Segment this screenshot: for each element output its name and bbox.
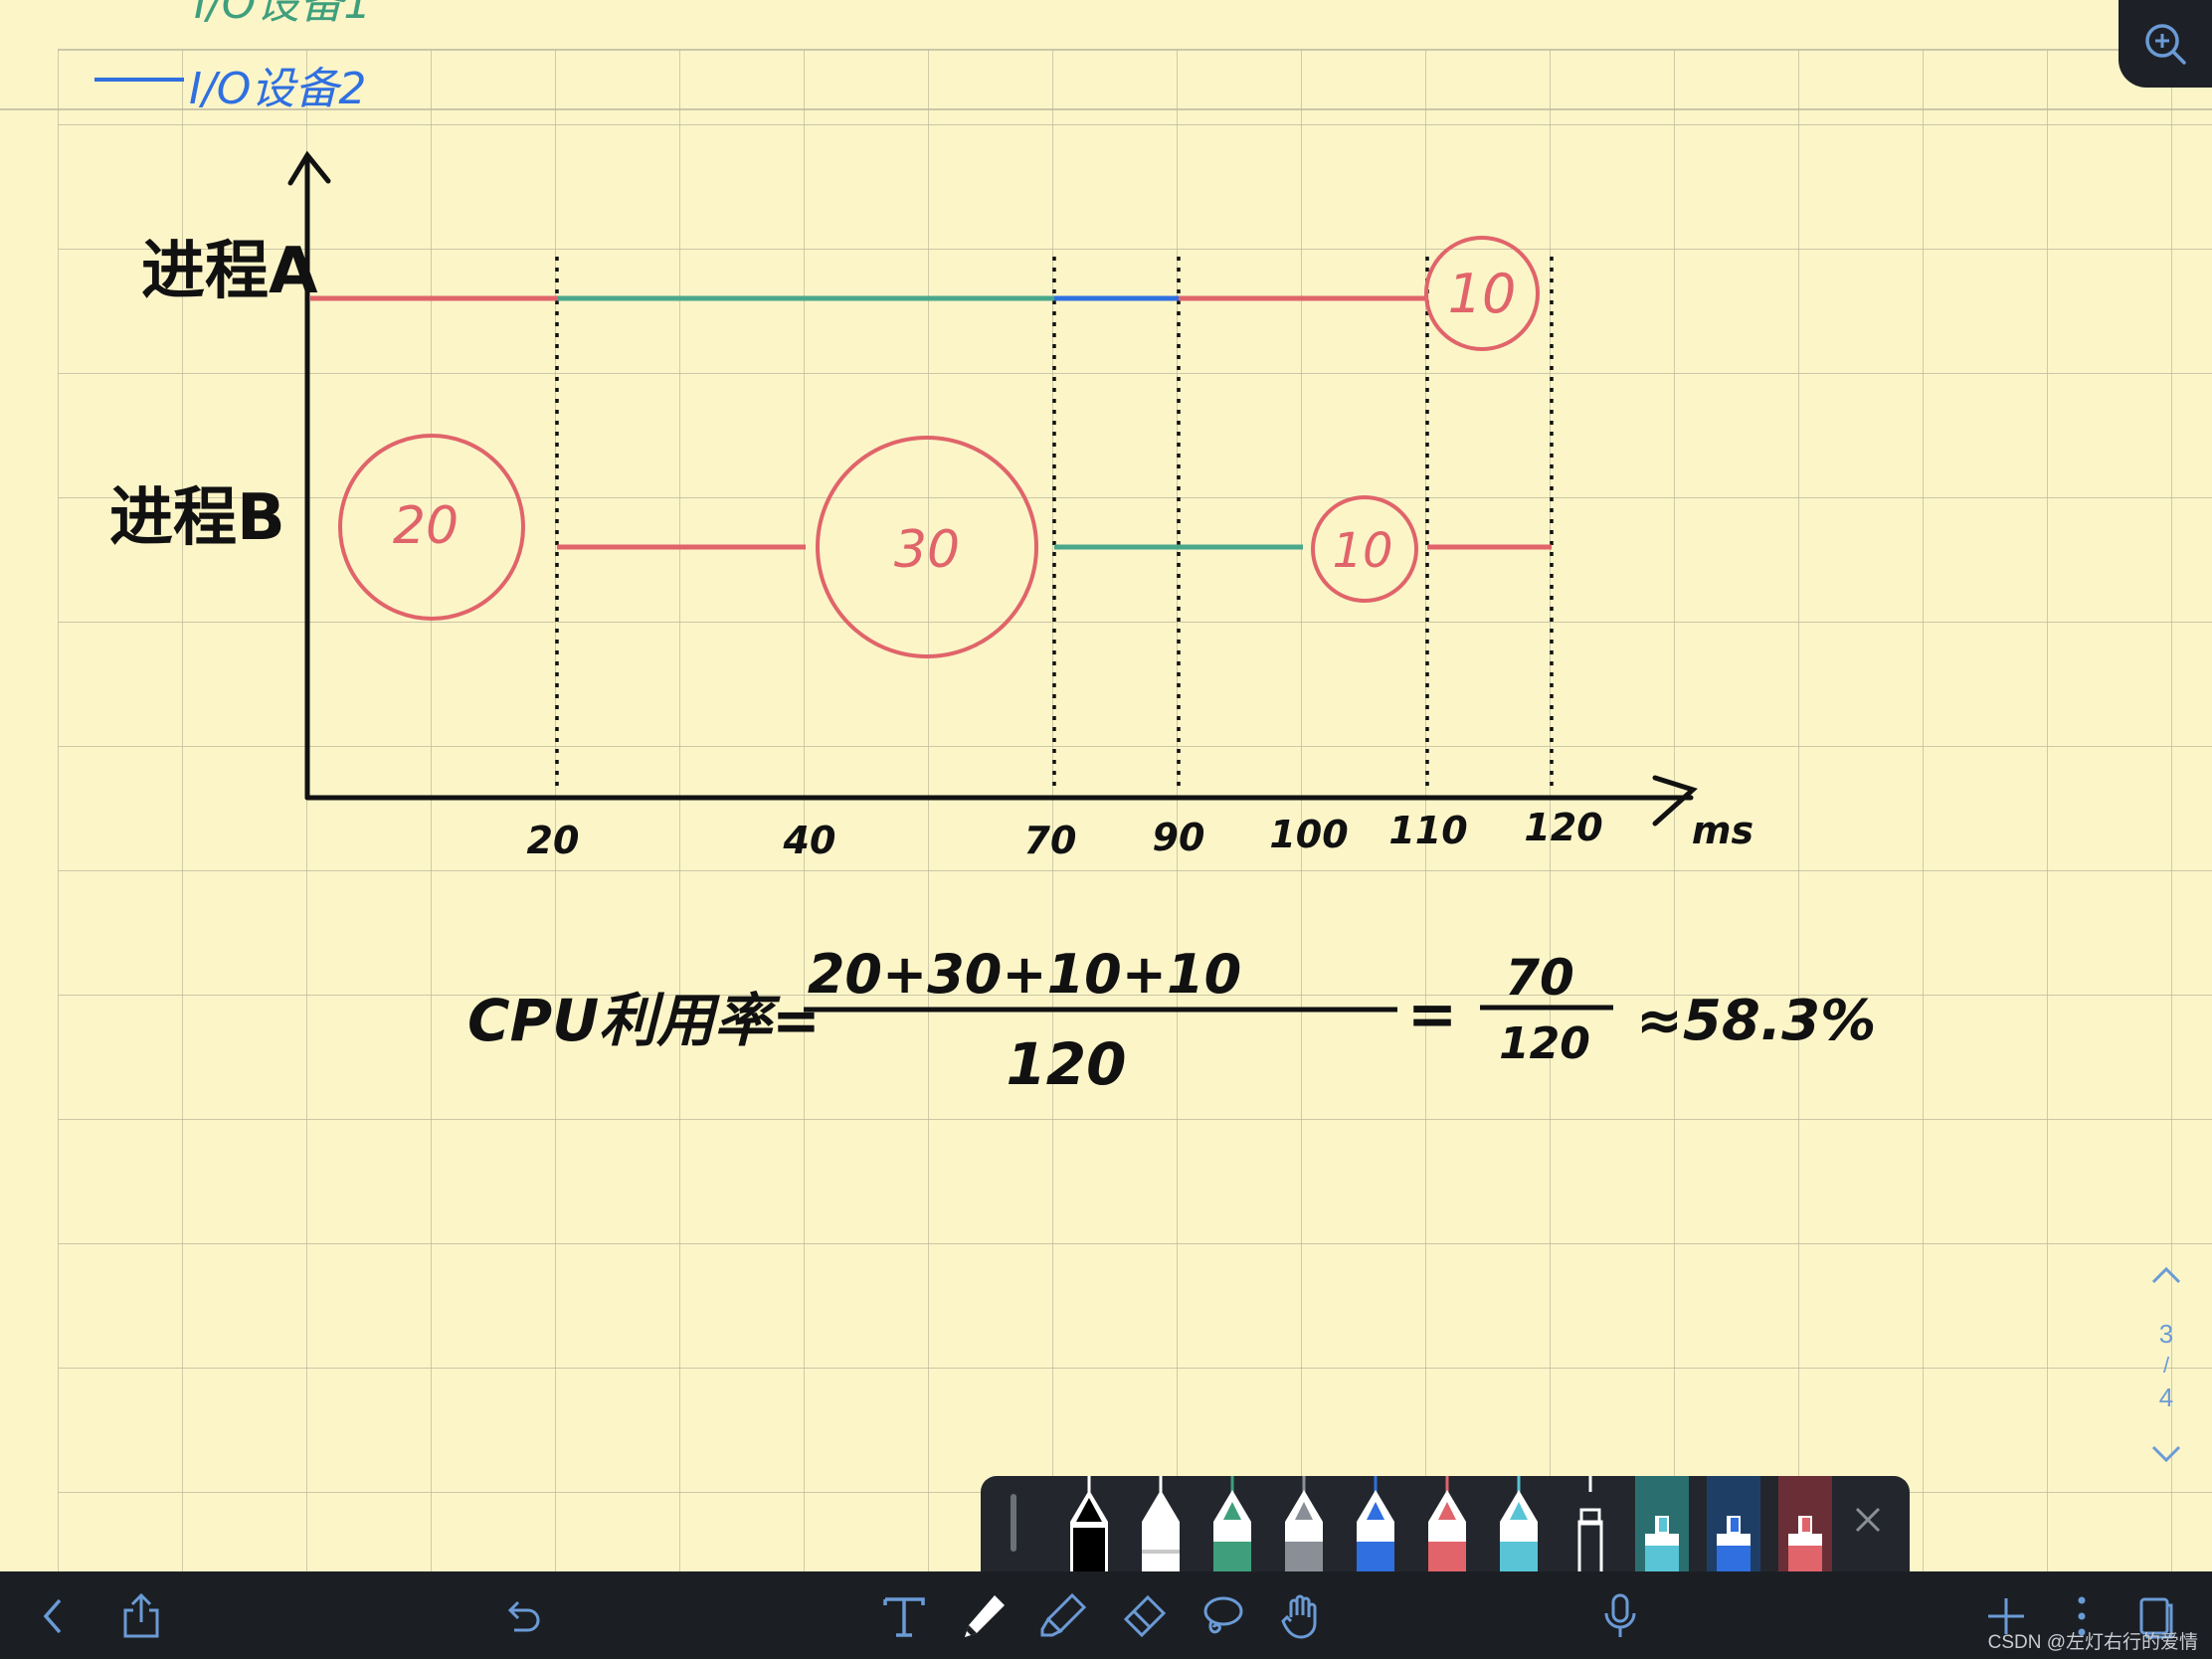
formula-result: ≈58.3%	[1636, 989, 1876, 1053]
tick-label: 90	[1153, 816, 1205, 859]
pen-icon	[1500, 1476, 1538, 1571]
svg-text:10: 10	[1332, 523, 1392, 579]
close-tray-button[interactable]	[1846, 1498, 1890, 1542]
pen-icon	[1142, 1476, 1180, 1571]
svg-text:30: 30	[894, 520, 960, 580]
pen-tool-button[interactable]	[957, 1589, 1011, 1643]
current-page: 3	[2158, 1319, 2174, 1349]
svg-text:20: 20	[393, 496, 459, 556]
red-highlighter[interactable]	[1778, 1476, 1832, 1571]
eraser-tool-button[interactable]	[1116, 1589, 1170, 1643]
page-down-button[interactable]	[2146, 1434, 2186, 1474]
highlighter-icon	[1788, 1516, 1822, 1571]
pen-icon	[1577, 1476, 1603, 1571]
tick-label: 70	[1024, 819, 1077, 862]
tick-label: 120	[1524, 806, 1602, 849]
legend-io1-label: I/O设备1	[194, 0, 371, 29]
formula-simplified-denominator: 120	[1499, 1018, 1590, 1069]
axis-unit: ms	[1692, 809, 1753, 852]
lasso-icon	[1203, 1596, 1243, 1634]
back-button[interactable]	[26, 1589, 80, 1643]
tick-label: 20	[527, 819, 580, 862]
close-icon	[1855, 1507, 1881, 1533]
lasso-tool-button[interactable]	[1196, 1589, 1249, 1643]
hand-icon	[1281, 1594, 1317, 1639]
pen-icon	[1213, 1476, 1251, 1571]
formula-simplified-numerator: 70	[1505, 949, 1574, 1007]
formula-equals: =	[1407, 980, 1457, 1049]
blue-highlighter[interactable]	[1707, 1476, 1760, 1571]
watermark: CSDN @左灯右行的爱情	[1987, 1632, 2198, 1653]
text-tool-button[interactable]	[877, 1589, 931, 1643]
zoom-button[interactable]	[2119, 0, 2212, 88]
grid-background	[58, 50, 2212, 1571]
formula-label: CPU利用率=	[467, 987, 821, 1054]
microphone-button[interactable]	[1593, 1589, 1647, 1643]
chevron-up-icon	[2151, 1266, 2181, 1284]
black-pen[interactable]	[1062, 1476, 1116, 1571]
microphone-icon	[1604, 1593, 1636, 1637]
blue-pen[interactable]	[1349, 1476, 1402, 1571]
pen-icon	[1428, 1476, 1466, 1571]
svg-text:10: 10	[1448, 263, 1517, 325]
green-pen[interactable]	[1205, 1476, 1259, 1571]
bottom-toolbar	[0, 1571, 2212, 1659]
pen-icon	[1357, 1476, 1394, 1571]
share-button[interactable]	[114, 1589, 168, 1643]
tick-label: 40	[783, 819, 836, 862]
outline-pen[interactable]	[1564, 1476, 1617, 1571]
chevron-left-icon	[43, 1598, 62, 1634]
tick-label: 110	[1388, 809, 1467, 852]
cyan-highlighter[interactable]	[1635, 1476, 1689, 1571]
zoom-in-icon	[2145, 24, 2186, 65]
total-pages: 4	[2158, 1382, 2174, 1412]
text-tool-icon	[883, 1597, 925, 1637]
red-pen[interactable]	[1420, 1476, 1474, 1571]
eraser-icon	[1123, 1594, 1167, 1638]
white-pen[interactable]	[1134, 1476, 1188, 1571]
chevron-down-icon	[2151, 1445, 2181, 1463]
formula-denominator: 120	[1006, 1030, 1126, 1098]
highlighter-tool-icon	[1040, 1592, 1087, 1637]
page-separator: /	[2162, 1353, 2170, 1378]
process-b-label: 进程B	[109, 481, 285, 555]
highlighter-icon	[1645, 1516, 1679, 1571]
process-a-label: 进程A	[141, 235, 318, 308]
hand-tool-button[interactable]	[1275, 1589, 1329, 1643]
tick-label: 100	[1269, 813, 1348, 856]
cyan-pen[interactable]	[1492, 1476, 1546, 1571]
page-indicator: 3 / 4	[2138, 1255, 2194, 1494]
page-up-button[interactable]	[2146, 1255, 2186, 1295]
pen-icon	[1070, 1476, 1108, 1571]
pen-tray	[981, 1476, 1910, 1571]
gray-pen[interactable]	[1277, 1476, 1331, 1571]
share-icon	[123, 1592, 159, 1638]
formula-numerator: 20+30+10+10	[808, 943, 1241, 1006]
tray-grip-handle[interactable]	[1011, 1494, 1016, 1552]
highlighter-icon	[1717, 1516, 1751, 1571]
legend-io2-label: I/O设备2	[189, 64, 366, 114]
pen-tool-icon	[965, 1595, 1005, 1637]
highlighter-tool-button[interactable]	[1036, 1589, 1090, 1643]
pen-icon	[1285, 1476, 1323, 1571]
notebook-page[interactable]: I/O设备1 I/O设备2 进程A 进程B 10 20 30 10 20 40 …	[0, 0, 2212, 1571]
undo-button[interactable]	[495, 1589, 549, 1643]
undo-icon	[507, 1600, 540, 1632]
